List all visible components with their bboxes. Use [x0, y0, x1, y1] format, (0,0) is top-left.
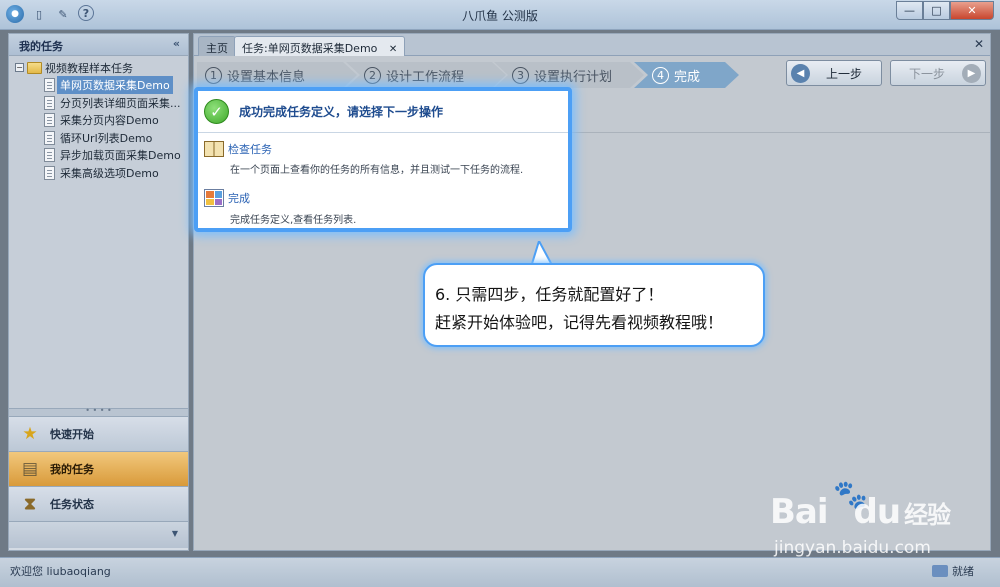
sidebar-title: 我的任务 [19, 40, 63, 53]
tree-item[interactable]: 单网页数据采集Demo [15, 76, 188, 95]
tutorial-callout: 6. 只需四步，任务就配置好了！ 赶紧开始体验吧，记得先看视频教程哦！ [423, 263, 765, 347]
task-file-icon [44, 130, 55, 145]
close-all-tabs-icon[interactable]: ✕ [974, 37, 984, 51]
task-tree: − 视频教程样本任务 单网页数据采集Demo 分页列表详细页面采集... 采集分… [9, 56, 188, 408]
next-step-button[interactable]: 下一步 ▶ [890, 60, 986, 86]
watermark-url: jingyan.baidu.com [774, 538, 931, 558]
hourglass-icon: ⧗ [24, 494, 36, 514]
nav-quick-start[interactable]: ★ 快速开始 [9, 416, 188, 451]
sidebar: 我的任务 « − 视频教程样本任务 单网页数据采集Demo 分页列表详细页面采集… [8, 33, 189, 551]
nav-label: 我的任务 [50, 463, 94, 476]
prev-step-button[interactable]: ◀ 上一步 [786, 60, 882, 86]
task-file-icon [44, 78, 55, 93]
tree-root-label: 视频教程样本任务 [45, 61, 133, 75]
step-label: 完成 [674, 69, 701, 85]
step-finish: 4 完成 [634, 62, 739, 88]
tab-task-label: 任务:单网页数据采集Demo [242, 42, 378, 55]
tree-item[interactable]: 循环Url列表Demo [15, 129, 188, 147]
step-label: 设置基本信息 [227, 69, 306, 85]
prev-step-label: 上一步 [826, 66, 863, 81]
collapse-toggle-icon[interactable]: − [15, 63, 24, 73]
star-icon: ★ [22, 424, 38, 444]
step-number: 1 [205, 67, 222, 84]
arrow-left-icon: ◀ [791, 63, 810, 83]
status-indicator: 就绪 [932, 563, 974, 579]
close-button[interactable]: ✕ [950, 1, 994, 20]
callout-line-2: 赶紧开始体验吧，记得先看视频教程哦！ [435, 313, 724, 332]
tree-root[interactable]: − 视频教程样本任务 [15, 59, 188, 77]
wizard-nav: ◀ 上一步 下一步 ▶ [786, 60, 986, 86]
baidu-watermark: 🐾 Bai du 经验 jingyan.baidu.com [770, 478, 970, 568]
task-file-icon [44, 165, 55, 180]
tree-item-label: 单网页数据采集Demo [57, 76, 173, 95]
title-bar: ● ▯ ✎ ? 八爪鱼 公测版 — □ ✕ [0, 0, 1000, 30]
maximize-button[interactable]: □ [923, 1, 950, 20]
tasks-icon: ▤ [21, 459, 39, 479]
nav-task-status[interactable]: ⧗ 任务状态 [9, 486, 188, 521]
nav-my-tasks[interactable]: ▤ 我的任务 [9, 451, 188, 486]
tree-item-label: 采集分页内容Demo [60, 114, 159, 128]
step-basic-info: 1 设置基本信息 [197, 62, 357, 88]
nav-label: 任务状态 [50, 498, 94, 511]
option-description: 完成任务定义,查看任务列表. [230, 215, 357, 226]
option-description: 在一个页面上查看你的任务的所有信息，并且测试一下任务的流程. [230, 165, 524, 176]
tree-item-label: 循环Url列表Demo [60, 131, 153, 145]
step-design-workflow: 2 设计工作流程 [346, 62, 506, 88]
step-number: 2 [364, 67, 381, 84]
tab-bar: 主页 任务:单网页数据采集Demo ✕ ✕ [194, 34, 990, 56]
option-title[interactable]: 检查任务 [228, 141, 272, 157]
tab-task[interactable]: 任务:单网页数据采集Demo ✕ [234, 36, 406, 56]
tree-item[interactable]: 采集高级选项Demo [15, 164, 188, 182]
status-label: 就绪 [952, 565, 974, 578]
sidebar-splitter[interactable]: • • • • [9, 407, 188, 416]
step-label: 设计工作流程 [386, 69, 465, 85]
minimize-button[interactable]: — [896, 1, 923, 20]
tab-home[interactable]: 主页 [198, 36, 236, 56]
step-label: 设置执行计划 [534, 69, 613, 85]
sidebar-header: 我的任务 « [9, 34, 188, 56]
dialog-title: 成功完成任务定义，请选择下一步操作 [239, 105, 444, 119]
nav-label: 快速开始 [50, 428, 94, 441]
tree-item[interactable]: 采集分页内容Demo [15, 112, 188, 130]
success-dialog: ✓ 成功完成任务定义，请选择下一步操作 检查任务 在一个页面上查看你的任务的所有… [194, 87, 572, 232]
tree-item[interactable]: 异步加载页面采集Demo [15, 147, 188, 165]
tree-item-label: 分页列表详细页面采集... [60, 96, 181, 110]
arrow-right-icon: ▶ [962, 63, 981, 83]
callout-line-1: 6. 只需四步，任务就配置好了！ [435, 285, 664, 304]
grid-icon [204, 189, 224, 207]
window-title: 八爪鱼 公测版 [462, 9, 538, 23]
check-task-option[interactable]: 检查任务 在一个页面上查看你的任务的所有信息，并且测试一下任务的流程. [204, 141, 523, 176]
window-controls: — □ ✕ [896, 1, 994, 20]
sidebar-footer: ▼ [9, 521, 188, 548]
tree-item-label: 异步加载页面采集Demo [60, 149, 181, 163]
welcome-text: 欢迎您 liubaoqiang [10, 565, 111, 578]
tab-close-icon[interactable]: ✕ [389, 44, 397, 55]
step-schedule: 3 设置执行计划 [494, 62, 644, 88]
dialog-header: ✓ 成功完成任务定义，请选择下一步操作 [198, 91, 568, 133]
task-file-icon [44, 148, 55, 163]
finish-option[interactable]: 完成 完成任务定义,查看任务列表. [204, 189, 356, 226]
step-number: 4 [652, 67, 669, 84]
status-bar: 欢迎您 liubaoqiang 就绪 [0, 557, 1000, 587]
watermark-brand: Bai du 经验 [770, 492, 951, 532]
status-icon [932, 565, 948, 577]
step-number: 3 [512, 67, 529, 84]
tree-item[interactable]: 分页列表详细页面采集... [15, 94, 188, 112]
task-file-icon [44, 95, 55, 110]
tree-item-label: 采集高级选项Demo [60, 166, 159, 180]
checkmark-icon: ✓ [204, 99, 229, 124]
option-title[interactable]: 完成 [228, 190, 250, 206]
next-step-label: 下一步 [909, 66, 946, 81]
dropdown-arrow-icon[interactable]: ▼ [172, 529, 178, 538]
collapse-icon[interactable]: « [173, 37, 180, 50]
wizard-steps: 1 设置基本信息 2 设计工作流程 3 设置执行计划 4 完成 [194, 60, 754, 88]
book-icon [204, 141, 224, 157]
task-file-icon [44, 113, 55, 128]
folder-icon [27, 61, 42, 74]
